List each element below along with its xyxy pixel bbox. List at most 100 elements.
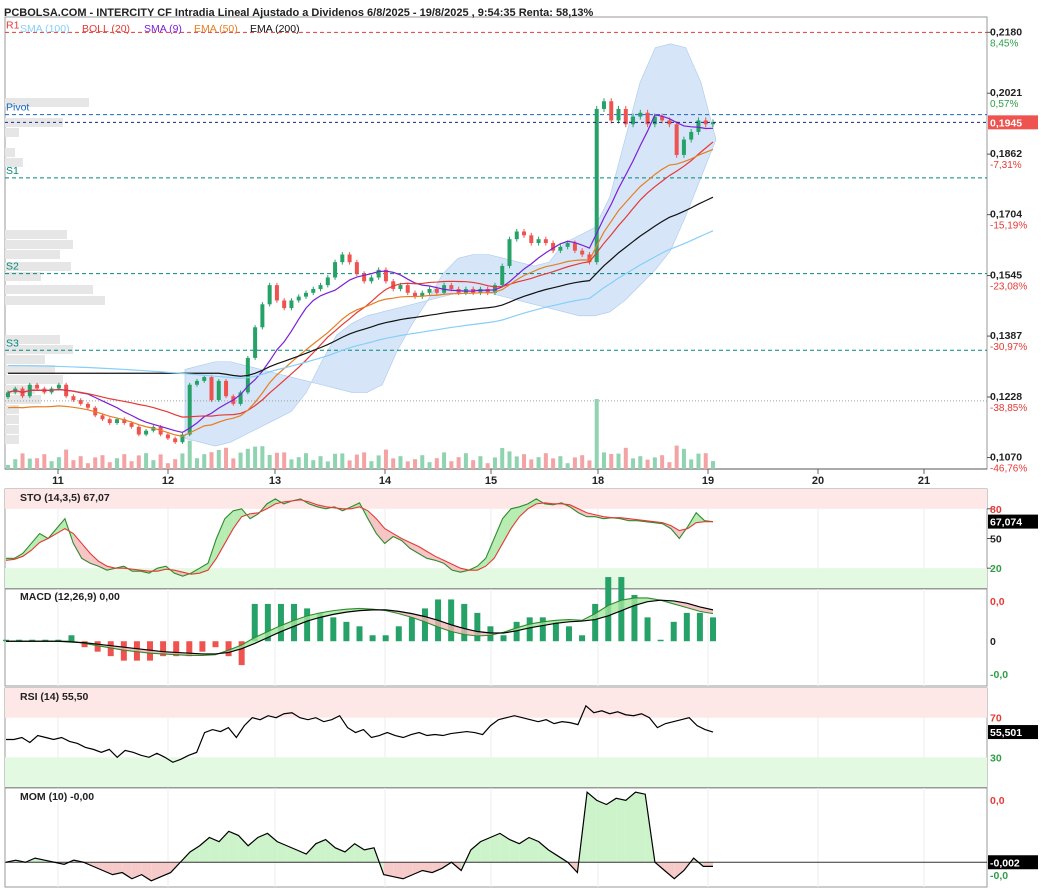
volume-profile-bar [5,415,19,424]
volume-bar [427,462,432,469]
candle-body [536,239,541,243]
volume-bar [689,459,694,469]
macd-histogram-bar [277,603,284,642]
candle-body [202,377,207,381]
legend-item: EMA (200) [250,23,300,35]
candle-body [289,300,294,309]
mom-fill [257,833,268,863]
candle-body [572,243,577,251]
volume-bar [405,461,410,469]
y-tick-label: 0,1228 [990,391,1022,403]
candle-body [173,438,178,443]
volume-bar [224,447,229,469]
macd-header: MACD (12,26,9) 0,00 [20,591,120,603]
candle-body [522,231,527,236]
y-pct-label: -38,85% [990,403,1027,414]
volume-bar [347,460,352,469]
volume-bar [231,458,236,469]
volume-bar [274,452,279,469]
candle-body [216,380,221,401]
volume-bar [369,461,374,469]
candle-body [209,377,214,401]
candle-body [500,265,505,286]
volume-bar [20,453,25,469]
candle-body [311,288,316,293]
volume-bar [638,456,643,469]
candle-body [638,112,643,117]
volume-bar [631,458,636,469]
legend-item: SMA (100) [20,23,70,35]
macd-tick-label: 0 [990,636,996,648]
candle-body [71,396,76,401]
candle-body [354,262,359,274]
y-pct-label: -30,97% [990,342,1027,353]
macd-histogram-bar [670,621,677,642]
volume-profile-bar [5,435,19,444]
volume-bar [711,461,715,469]
macd-histogram-bar [68,635,75,642]
y-tick-label: 0,1704 [990,209,1022,221]
macd-histogram-bar [421,608,428,642]
pivot-label-pivot: Pivot [6,102,29,114]
volume-bar [282,452,287,469]
volume-bar [216,450,221,469]
pivot-label-s2: S2 [6,261,19,273]
volume-profile-bar [5,240,73,249]
mom-fill [228,831,239,863]
volume-bar [64,449,69,469]
volume-bar [449,461,454,469]
macd-histogram-bar [304,608,311,642]
volume-bar [609,454,614,469]
candle-body [507,239,512,266]
y-tick-label: 0,2021 [990,87,1022,99]
volume-bar [536,457,541,469]
volume-bar [565,463,570,469]
volume-bar [660,455,665,469]
pivot-label-r1: R1 [6,19,20,31]
macd-histogram-bar [199,641,206,652]
candle-body [347,254,352,263]
volume-bar [194,458,199,469]
candle-body [56,384,61,389]
macd-histogram-bar [395,626,402,642]
volume-bar [303,453,308,469]
volume-bar [674,445,679,469]
legend-item: EMA (50) [194,23,238,35]
volume-bar [6,465,10,469]
volume-profile-bar [5,148,15,157]
macd-histogram-bar [212,641,219,648]
candle-body [580,250,585,255]
macd-histogram-bar [552,621,559,642]
mom-fill [587,792,597,863]
volume-bar [514,456,519,469]
volume-bar [78,456,83,469]
rsi-tick-label: 70 [990,713,1002,725]
y-tick-label: 0,1862 [990,148,1022,160]
volume-bar [572,457,577,469]
y-pct-label: -46,76% [990,464,1027,475]
volume-bar [623,447,628,469]
candle-body [194,380,199,385]
candle-body [434,288,439,293]
macd-histogram-bar [343,621,350,642]
volume-bar [434,458,439,469]
candle-body [333,262,338,278]
candle-body [303,292,308,297]
x-tick-label: 20 [812,475,824,487]
volume-bar [485,463,490,469]
rsi-tick-label: 30 [990,752,1002,764]
candle-body [681,139,686,155]
volume-profile-bar [5,375,63,384]
candle-body [318,285,323,289]
macd-panel-frame [4,588,988,687]
volume-bar [35,458,40,469]
volume-bar [151,460,156,469]
sto-overbought-zone [5,489,987,509]
candle-body [449,285,454,289]
macd-histogram-bar [448,599,455,642]
x-tick-label: 19 [702,475,714,487]
candle-body [558,246,563,251]
macd-tick-label: -0,0 [990,669,1008,681]
macd-histogram-bar [683,612,690,642]
mom-fill [596,800,607,863]
